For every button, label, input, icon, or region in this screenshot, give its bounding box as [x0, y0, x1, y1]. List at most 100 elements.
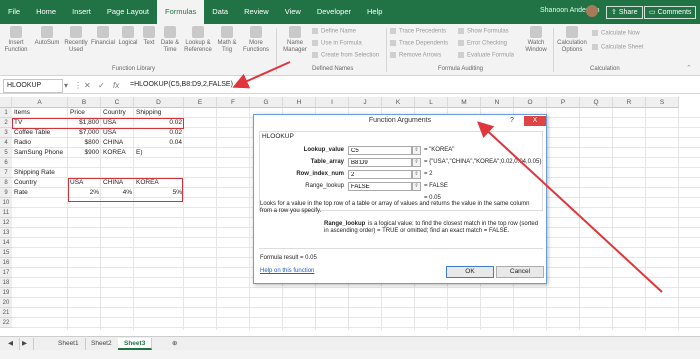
- add-sheet-icon[interactable]: ⊕: [166, 338, 183, 350]
- trace-dependents-button[interactable]: Trace Dependents: [390, 40, 448, 47]
- cell-d5[interactable]: E): [134, 148, 184, 158]
- cell-d1[interactable]: Shipping: [134, 108, 184, 118]
- share-button[interactable]: ⇪ Share: [606, 6, 643, 19]
- dialog-title[interactable]: Function Arguments: [254, 115, 546, 127]
- row-header-13[interactable]: 13: [0, 228, 12, 238]
- column-header-s[interactable]: S: [646, 97, 679, 108]
- column-header-k[interactable]: K: [382, 97, 415, 108]
- row-header-4[interactable]: 4: [0, 138, 12, 148]
- column-header-f[interactable]: F: [217, 97, 250, 108]
- cell-d3[interactable]: 0.02: [134, 128, 184, 138]
- collapse-ribbon-icon[interactable]: ⌃: [686, 64, 692, 72]
- comments-button[interactable]: ▭ Comments: [644, 6, 697, 19]
- column-header-n[interactable]: N: [481, 97, 514, 108]
- logical-button[interactable]: Logical: [116, 26, 140, 47]
- calculate-sheet-button[interactable]: Calculate Sheet: [592, 44, 643, 51]
- tab-sheet2[interactable]: Sheet2: [85, 338, 119, 350]
- row-header-19[interactable]: 19: [0, 288, 12, 298]
- cell-a9[interactable]: Rate: [12, 188, 68, 198]
- row-header-2[interactable]: 2: [0, 118, 12, 128]
- column-header-e[interactable]: E: [184, 97, 217, 108]
- row-header-11[interactable]: 11: [0, 208, 12, 218]
- error-checking-button[interactable]: Error Checking: [458, 40, 507, 47]
- cell-a3[interactable]: Coffee Table: [12, 128, 68, 138]
- row-header-1[interactable]: 1: [0, 108, 12, 118]
- row-header-8[interactable]: 8: [0, 178, 12, 188]
- column-header-r[interactable]: R: [613, 97, 646, 108]
- cell-a7[interactable]: Shipping Rate: [12, 168, 68, 178]
- tab-page-layout[interactable]: Page Layout: [99, 0, 157, 24]
- create-from-selection-button[interactable]: Create from Selection: [312, 52, 379, 59]
- row-header-17[interactable]: 17: [0, 268, 12, 278]
- row-header-15[interactable]: 15: [0, 248, 12, 258]
- row-header-18[interactable]: 18: [0, 278, 12, 288]
- row-header-14[interactable]: 14: [0, 238, 12, 248]
- autosum-button[interactable]: AutoSum: [32, 26, 62, 47]
- calculation-options-button[interactable]: Calculation Options: [556, 26, 588, 54]
- row-header-9[interactable]: 9: [0, 188, 12, 198]
- math-trig-button[interactable]: Math & Trig: [214, 26, 240, 54]
- tab-help[interactable]: Help: [359, 0, 390, 24]
- cell-a8[interactable]: Country: [12, 178, 68, 188]
- tab-sheet1[interactable]: Sheet1: [52, 338, 86, 350]
- date-time-button[interactable]: Date & Time: [158, 26, 182, 54]
- row-header-21[interactable]: 21: [0, 308, 12, 318]
- tab-home[interactable]: Home: [28, 0, 64, 24]
- range-picker-icon[interactable]: ⇧: [412, 158, 421, 167]
- tab-view[interactable]: View: [277, 0, 309, 24]
- tab-sheet3[interactable]: Sheet3: [118, 338, 153, 350]
- cell-c1[interactable]: Country: [101, 108, 134, 118]
- range-picker-icon[interactable]: ⇧: [412, 182, 421, 191]
- lookup-reference-button[interactable]: Lookup & Reference: [182, 26, 214, 54]
- column-header-d[interactable]: D: [134, 97, 184, 108]
- insert-function-button[interactable]: Insert Function: [2, 26, 30, 54]
- use-in-formula-button[interactable]: Use in Formula: [312, 40, 362, 47]
- text-button[interactable]: Text: [140, 26, 158, 47]
- column-header-b[interactable]: B: [68, 97, 101, 108]
- cell-a4[interactable]: Radio: [12, 138, 68, 148]
- cell-c4[interactable]: CHINA: [101, 138, 134, 148]
- cell-a1[interactable]: Items: [12, 108, 68, 118]
- cell-b1[interactable]: Price: [68, 108, 101, 118]
- column-header-g[interactable]: G: [250, 97, 283, 108]
- row-header-22[interactable]: 22: [0, 318, 12, 328]
- cell-b3[interactable]: $7,000: [68, 128, 101, 138]
- row-header-10[interactable]: 10: [0, 198, 12, 208]
- more-functions-button[interactable]: More Functions: [242, 26, 270, 54]
- dialog-close-button[interactable]: X: [524, 116, 546, 126]
- row-header-20[interactable]: 20: [0, 298, 12, 308]
- tab-data[interactable]: Data: [204, 0, 236, 24]
- row-header-6[interactable]: 6: [0, 158, 12, 168]
- tab-developer[interactable]: Developer: [309, 0, 359, 24]
- cell-b5[interactable]: $900: [68, 148, 101, 158]
- column-header-c[interactable]: C: [101, 97, 134, 108]
- name-box[interactable]: HLOOKUP: [3, 79, 63, 93]
- calculate-now-button[interactable]: Calculate Now: [592, 30, 640, 37]
- arg-input-row-index-num[interactable]: [348, 170, 412, 179]
- tab-formulas[interactable]: Formulas: [157, 0, 205, 24]
- column-header-a[interactable]: A: [12, 97, 68, 108]
- trace-precedents-button[interactable]: Trace Precedents: [390, 28, 446, 35]
- cell-c3[interactable]: USA: [101, 128, 134, 138]
- recently-used-button[interactable]: Recently Used: [62, 26, 90, 54]
- column-header-q[interactable]: Q: [580, 97, 613, 108]
- tab-review[interactable]: Review: [236, 0, 277, 24]
- define-name-button[interactable]: Define Name: [312, 28, 356, 35]
- formula-input[interactable]: =HLOOKUP(C5,B8:D9,2,FALSE): [130, 81, 233, 88]
- range-picker-icon[interactable]: ⇧: [412, 146, 421, 155]
- row-header-7[interactable]: 7: [0, 168, 12, 178]
- cancel-button[interactable]: Cancel: [496, 266, 544, 278]
- column-header-h[interactable]: H: [283, 97, 316, 108]
- tab-insert[interactable]: Insert: [64, 0, 99, 24]
- financial-button[interactable]: Financial: [90, 26, 116, 47]
- cell-c5[interactable]: KOREA: [101, 148, 134, 158]
- avatar[interactable]: [586, 5, 598, 17]
- show-formulas-button[interactable]: Show Formulas: [458, 28, 509, 35]
- help-on-function-link[interactable]: Help on this function: [260, 268, 314, 274]
- arg-input-table-array[interactable]: [348, 158, 412, 167]
- column-header-l[interactable]: L: [415, 97, 448, 108]
- select-all-corner[interactable]: [0, 97, 12, 108]
- column-header-i[interactable]: I: [316, 97, 349, 108]
- name-manager-button[interactable]: Name Manager: [280, 26, 310, 54]
- confirm-entry-icon[interactable]: ✓: [98, 81, 105, 90]
